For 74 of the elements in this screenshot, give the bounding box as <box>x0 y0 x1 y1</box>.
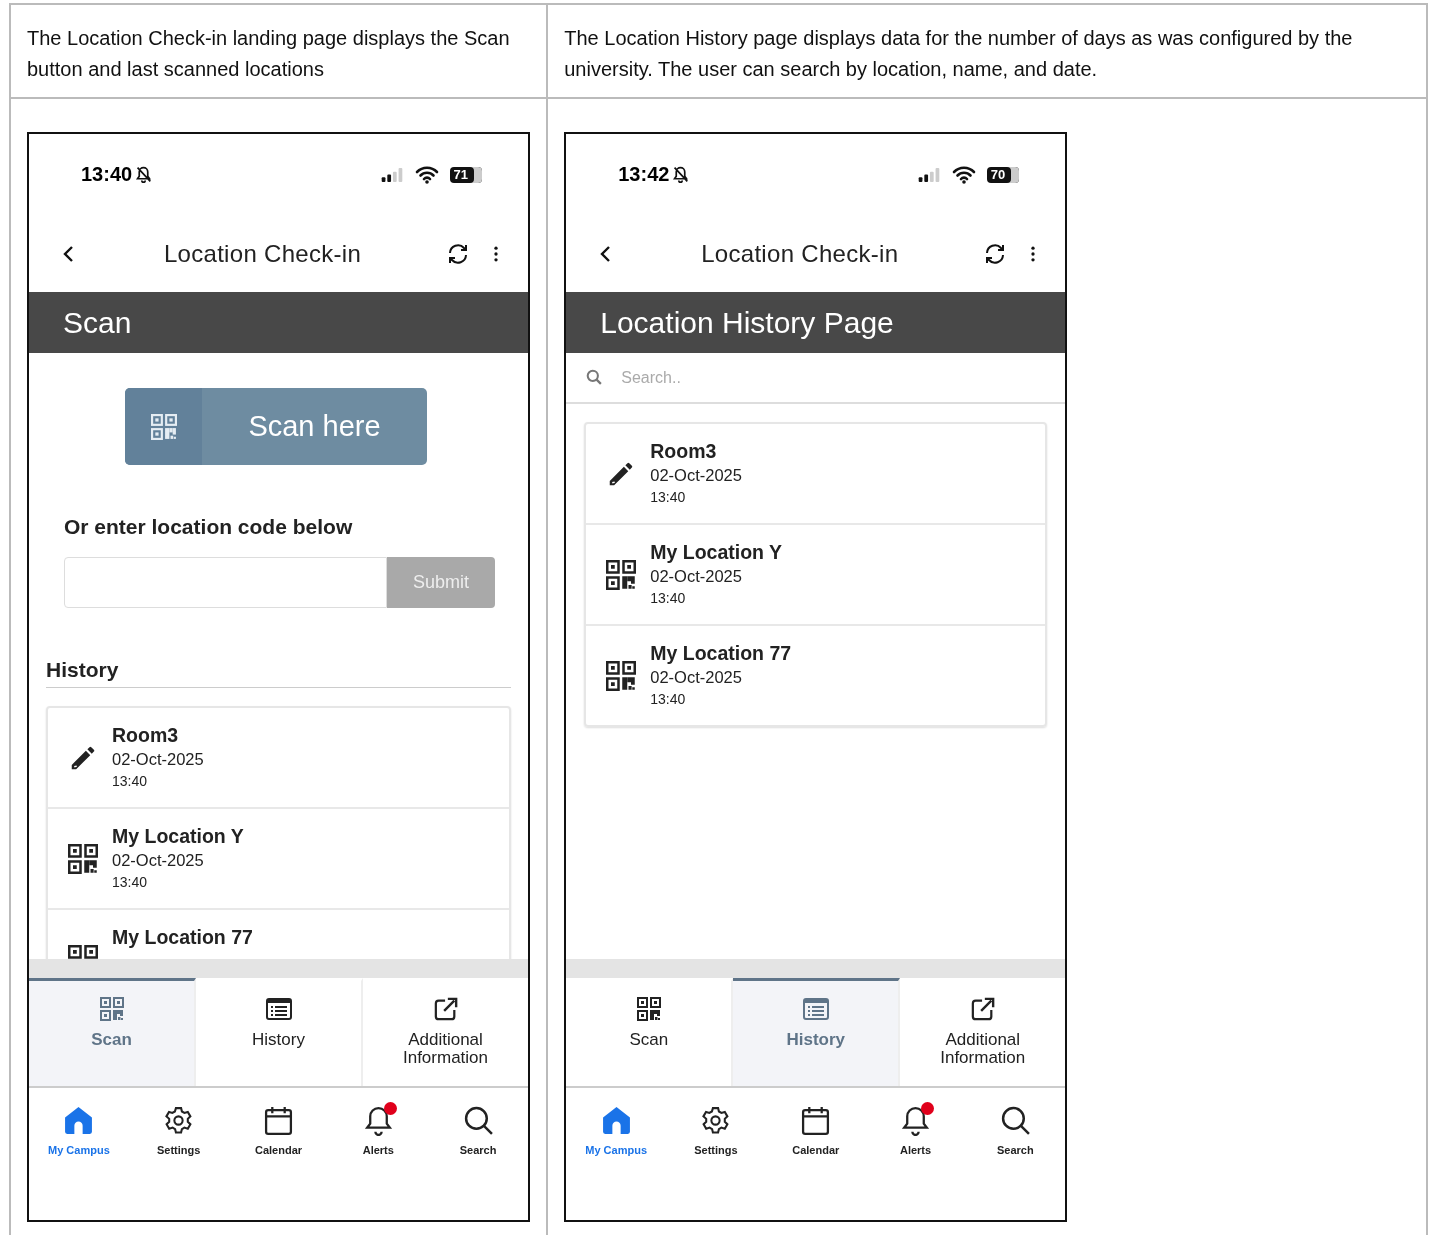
check-in-time: 13:40 <box>112 772 149 791</box>
search-icon <box>586 369 604 386</box>
history-heading: History <box>46 658 511 688</box>
muted-bell-icon <box>135 166 153 183</box>
calendar-icon <box>263 1105 294 1136</box>
wifi-icon <box>951 165 976 184</box>
home-icon <box>600 1105 632 1136</box>
scan-button[interactable]: Scan here <box>125 388 427 465</box>
external-link-icon <box>969 997 996 1021</box>
check-in-date: 02-Oct-2025 <box>112 850 205 871</box>
location-name: My Location 77 <box>650 641 792 665</box>
check-in-time: 13:40 <box>112 873 149 892</box>
check-in-date: 02-Oct-2025 <box>650 465 742 486</box>
app-title: Location Check-in <box>700 239 900 268</box>
qr-code-icon <box>635 997 662 1021</box>
check-in-date: 02-Oct-2025 <box>650 566 743 587</box>
check-in-time: 13:40 <box>650 488 687 507</box>
location-name: My Location Y <box>650 540 783 564</box>
tab[interactable]: Scan <box>29 978 196 1086</box>
external-link-icon <box>432 997 459 1021</box>
refresh-icon[interactable] <box>446 241 470 266</box>
wifi-icon <box>414 165 439 184</box>
battery-indicator: 70 <box>986 166 1020 183</box>
caption-text: The Location History page displays data for the number of days as was configured by the university. The user can search by location, name, and date. <box>564 26 1354 82</box>
page-title: Location History Page <box>600 305 894 340</box>
list-icon <box>802 997 829 1021</box>
check-in-time: 13:40 <box>650 589 687 608</box>
settings-icon <box>163 1105 195 1136</box>
qr-code-icon <box>606 559 637 590</box>
qr-code-icon <box>606 660 637 691</box>
location-code-field[interactable] <box>64 557 387 608</box>
check-in-date: 02-Oct-2025 <box>112 749 204 770</box>
bell-icon <box>900 1105 932 1136</box>
list-icon <box>265 997 292 1021</box>
nav-item[interactable]: Search <box>428 1105 528 1220</box>
location-name: Room3 <box>650 439 718 463</box>
nav-item[interactable]: Alerts <box>865 1105 966 1220</box>
signal-icon <box>916 167 941 182</box>
caption-text: The Location Check-in landing page displays the Scan button and last scanned locations <box>27 26 511 82</box>
nav-item[interactable]: My Campus <box>566 1105 667 1220</box>
nav-item[interactable]: My Campus <box>29 1105 129 1220</box>
notification-dot <box>921 1102 935 1115</box>
search-icon <box>999 1105 1031 1136</box>
code-label: Or enter location code below <box>64 515 354 539</box>
location-name: My Location Y <box>112 824 244 848</box>
settings-icon <box>700 1105 732 1136</box>
search-field[interactable]: Search.. <box>566 353 1066 404</box>
tab[interactable]: History <box>733 978 901 1086</box>
signal-icon <box>379 167 404 182</box>
status-time: 13:40 <box>81 163 133 186</box>
nav-item[interactable]: Settings <box>666 1105 766 1220</box>
notification-dot <box>383 1102 397 1115</box>
check-in-time: 13:40 <box>650 690 687 709</box>
nav-item[interactable]: Alerts <box>328 1105 429 1220</box>
check-in-date: 02-Oct-2025 <box>650 667 743 688</box>
qr-code-icon <box>98 997 125 1021</box>
battery-indicator: 71 <box>449 166 482 183</box>
location-name: My Location 77 <box>112 925 253 949</box>
page-title: Scan <box>63 305 132 340</box>
muted-bell-icon <box>672 166 690 183</box>
qr-code-icon <box>68 843 98 874</box>
calendar-icon <box>800 1105 832 1136</box>
location-name: Room3 <box>112 723 180 747</box>
nav-item[interactable]: Search <box>965 1105 1066 1220</box>
status-time: 13:42 <box>618 163 670 186</box>
nav-item[interactable]: Calendar <box>228 1105 329 1220</box>
app-title: Location Check-in <box>162 239 363 268</box>
nav-item[interactable]: Settings <box>128 1105 229 1220</box>
nav-item[interactable]: Calendar <box>765 1105 866 1220</box>
qr-code-icon <box>150 413 177 440</box>
search-input[interactable]: Search.. <box>619 367 1066 388</box>
search-icon <box>462 1105 494 1136</box>
bell-icon <box>362 1105 394 1136</box>
home-icon <box>63 1105 95 1136</box>
